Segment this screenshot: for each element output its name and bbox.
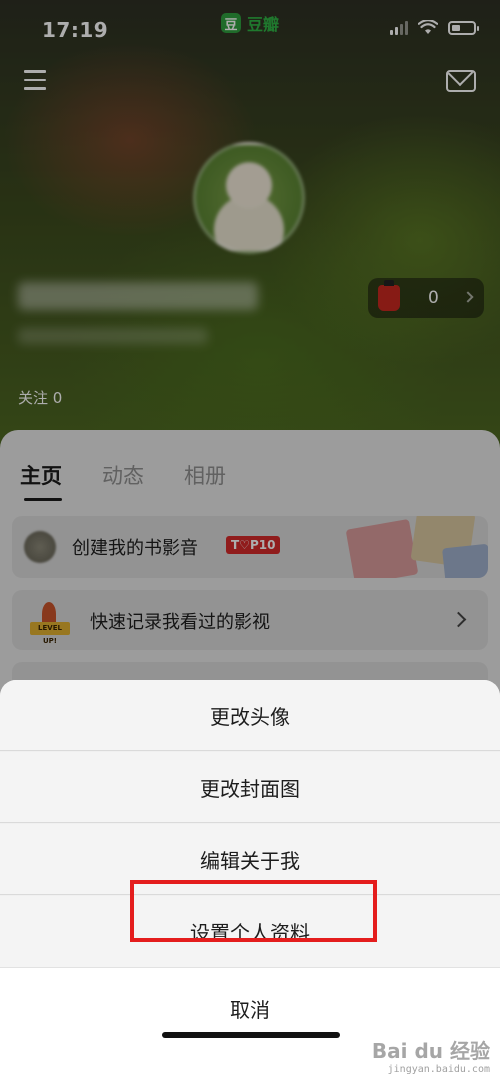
- edit-about-me-option[interactable]: 编辑关于我: [0, 824, 500, 895]
- watermark: Bai du 经验 jingyan.baidu.com: [372, 1035, 490, 1075]
- action-sheet: 更改头像 更改封面图 编辑关于我 设置个人资料 取消: [0, 680, 500, 1083]
- change-cover-option[interactable]: 更改封面图: [0, 752, 500, 823]
- profile-settings-option[interactable]: 设置个人资料: [0, 896, 500, 967]
- watermark-logo: Bai du 经验: [371, 1039, 490, 1063]
- home-indicator: [162, 1032, 340, 1038]
- watermark-url: jingyan.baidu.com: [387, 1064, 490, 1075]
- cancel-label: 取消: [230, 998, 270, 1022]
- change-avatar-option[interactable]: 更改头像: [0, 680, 500, 751]
